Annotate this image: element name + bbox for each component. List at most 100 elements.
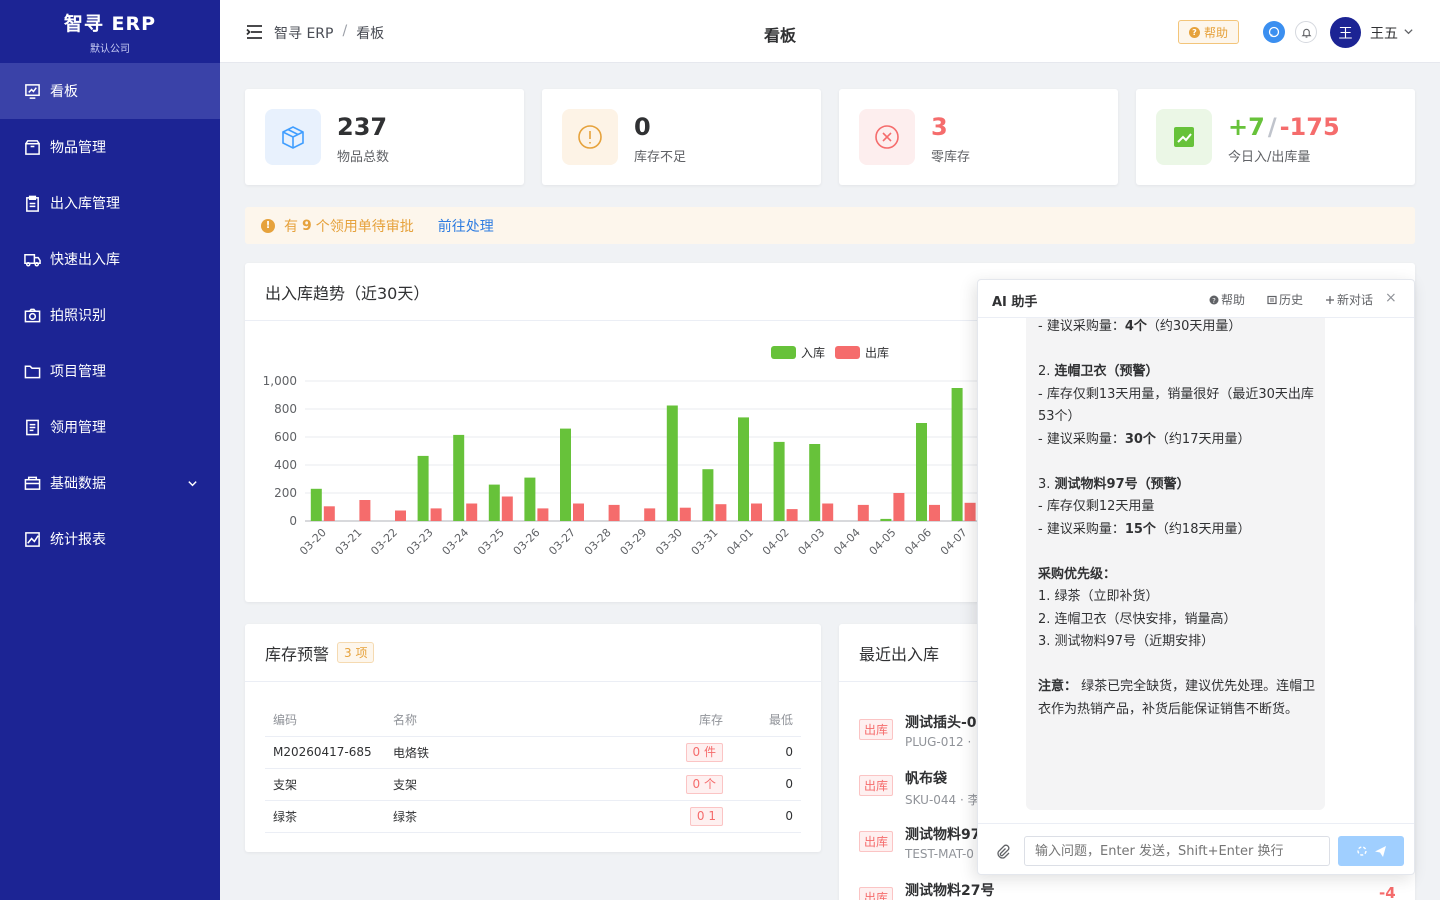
stat-icon-wrapper — [562, 109, 618, 165]
go-handle-link[interactable]: 前往处理 — [438, 216, 494, 236]
sidebar-item-basic-data[interactable]: 基础数据 — [0, 455, 220, 511]
sidebar-item-dashboard[interactable]: 看板 — [0, 63, 220, 119]
sidebar-item-label: 快速出入库 — [50, 252, 120, 268]
bar-out — [359, 500, 371, 521]
top-header: 智寻 ERP / 看板 看板 ? 帮助 王 王五 — [220, 0, 1440, 63]
bar-in — [951, 388, 963, 521]
sidebar-item-items[interactable]: 物品管理 — [0, 119, 220, 175]
stat-value: 3 — [931, 113, 948, 141]
sidebar-item-requisition[interactable]: 领用管理 — [0, 399, 220, 455]
sidebar-item-label: 统计报表 — [50, 532, 106, 548]
bar-in — [702, 469, 714, 521]
sidebar-item-quick[interactable]: 快速出入库 — [0, 231, 220, 287]
ai-message-bubble: 1. 绿茶（紧急） - 已完全缺货，需要立即补货 - 建议采购量：4个（约30天… — [1026, 318, 1325, 810]
bar-in — [809, 444, 821, 521]
stock-warning-panel: 库存预警 3 项 编码 名称 库存 最低 M20260417-685 电烙铁 0… — [245, 624, 821, 852]
ai-history-button[interactable]: 历史 — [1267, 291, 1303, 308]
sidebar-item-label: 看板 — [50, 84, 78, 100]
sidebar-item-reports[interactable]: 统计报表 — [0, 511, 220, 567]
alert-text-pre: 有 — [284, 218, 298, 235]
user-name[interactable]: 王五 — [1370, 23, 1398, 43]
col-name: 名称 — [385, 704, 631, 737]
list-item[interactable]: 出库 测试物料27号 -4 套 — [859, 880, 1399, 900]
chat-button[interactable] — [1263, 21, 1285, 43]
y-tick-label: 200 — [274, 486, 297, 500]
warning-icon — [578, 125, 602, 149]
x-tick-label: 03-31 — [689, 526, 721, 558]
y-tick-label: 400 — [274, 458, 297, 472]
table-row[interactable]: M20260417-685 电烙铁 0 件 0 — [265, 736, 801, 769]
stock-warning-table: 编码 名称 库存 最低 M20260417-685 电烙铁 0 件 0 支架 支… — [265, 704, 801, 833]
out-tag: 出库 — [859, 887, 894, 900]
recent-item-sub: PLUG-012 · — [905, 735, 972, 749]
out-tag: 出库 — [859, 831, 894, 852]
database-icon — [24, 476, 41, 490]
y-tick-label: 1,000 — [263, 374, 297, 388]
bar-out — [679, 507, 691, 521]
loading-icon — [1356, 846, 1367, 856]
stat-label: 库存不足 — [634, 150, 687, 165]
cell-code: 支架 — [265, 768, 385, 801]
stat-value: 237 — [337, 113, 388, 141]
recent-item-sub: TEST-MAT-0 — [905, 847, 974, 861]
cell-qty: 0 个 — [631, 768, 731, 801]
send-button[interactable] — [1338, 836, 1404, 866]
y-tick-label: 600 — [274, 430, 297, 444]
cell-min: 0 — [731, 736, 801, 769]
bar-in — [738, 417, 749, 521]
bar-out — [964, 502, 976, 521]
table-row[interactable]: 支架 支架 0 个 0 — [265, 768, 801, 801]
legend-label: 入库 — [801, 345, 825, 360]
notification-button[interactable] — [1295, 21, 1317, 43]
today-sep: / — [1267, 113, 1277, 141]
stat-icon-wrapper — [1156, 109, 1212, 165]
warning-icon: ! — [261, 218, 275, 233]
avatar[interactable]: 王 — [1330, 17, 1361, 48]
ai-history-label: 历史 — [1279, 293, 1304, 307]
bar-out — [715, 504, 727, 521]
bar-out — [751, 503, 762, 521]
ai-input-bar — [978, 823, 1414, 874]
bar-out — [537, 508, 549, 521]
table-row[interactable]: 绿茶 绿茶 0 1 0 — [265, 800, 801, 833]
bar-in — [453, 434, 465, 521]
sidebar-item-inout[interactable]: 出入库管理 — [0, 175, 220, 231]
sidebar-item-projects[interactable]: 项目管理 — [0, 343, 220, 399]
close-icon[interactable]: × — [1385, 290, 1397, 306]
question-icon: ? — [1189, 26, 1200, 38]
bar-out — [395, 510, 406, 521]
clipboard-icon — [26, 195, 39, 212]
paperclip-icon[interactable] — [995, 844, 1011, 860]
stat-card-zero: 3 零库存 — [839, 89, 1118, 185]
history-icon — [1267, 295, 1277, 304]
stat-card-today: +7/-175 今日入/出库量 — [1136, 89, 1415, 185]
ai-new-chat-button[interactable]: 新对话 — [1325, 291, 1373, 308]
ai-header: AI 助手 ? 帮助 历史 新对话 × — [978, 280, 1414, 318]
ai-help-button[interactable]: ? 帮助 — [1209, 291, 1245, 308]
x-tick-label: 03-26 — [511, 526, 543, 558]
col-qty: 库存 — [631, 704, 731, 737]
bar-in — [773, 441, 785, 521]
y-tick-label: 0 — [289, 514, 297, 528]
chevron-down-icon[interactable] — [1403, 26, 1414, 37]
help-button[interactable]: ? 帮助 — [1178, 20, 1240, 44]
stat-card-low: 0 库存不足 — [542, 89, 821, 185]
ai-question-input[interactable] — [1024, 836, 1330, 866]
bar-in — [310, 488, 322, 521]
stat-label: 零库存 — [931, 150, 971, 165]
bar-out — [929, 504, 940, 521]
sidebar-item-label: 拍照识别 — [50, 308, 106, 324]
stat-label: 今日入/出库量 — [1228, 150, 1311, 165]
bar-out — [466, 503, 478, 521]
help-label: 帮助 — [1204, 25, 1229, 40]
recent-item-name: 测试物料27号 — [905, 883, 995, 899]
cell-min: 0 — [731, 768, 801, 801]
sidebar-item-photo[interactable]: 拍照识别 — [0, 287, 220, 343]
brand-title: 智寻 ERP — [63, 12, 157, 35]
stat-card-total: 237 物品总数 — [245, 89, 524, 185]
x-tick-label: 03-20 — [297, 526, 329, 558]
sidebar-item-label: 出入库管理 — [50, 196, 120, 212]
x-tick-label: 04-04 — [831, 526, 863, 558]
warning-count-badge: 3 项 — [337, 642, 375, 663]
company-name: 默认公司 — [90, 43, 130, 55]
